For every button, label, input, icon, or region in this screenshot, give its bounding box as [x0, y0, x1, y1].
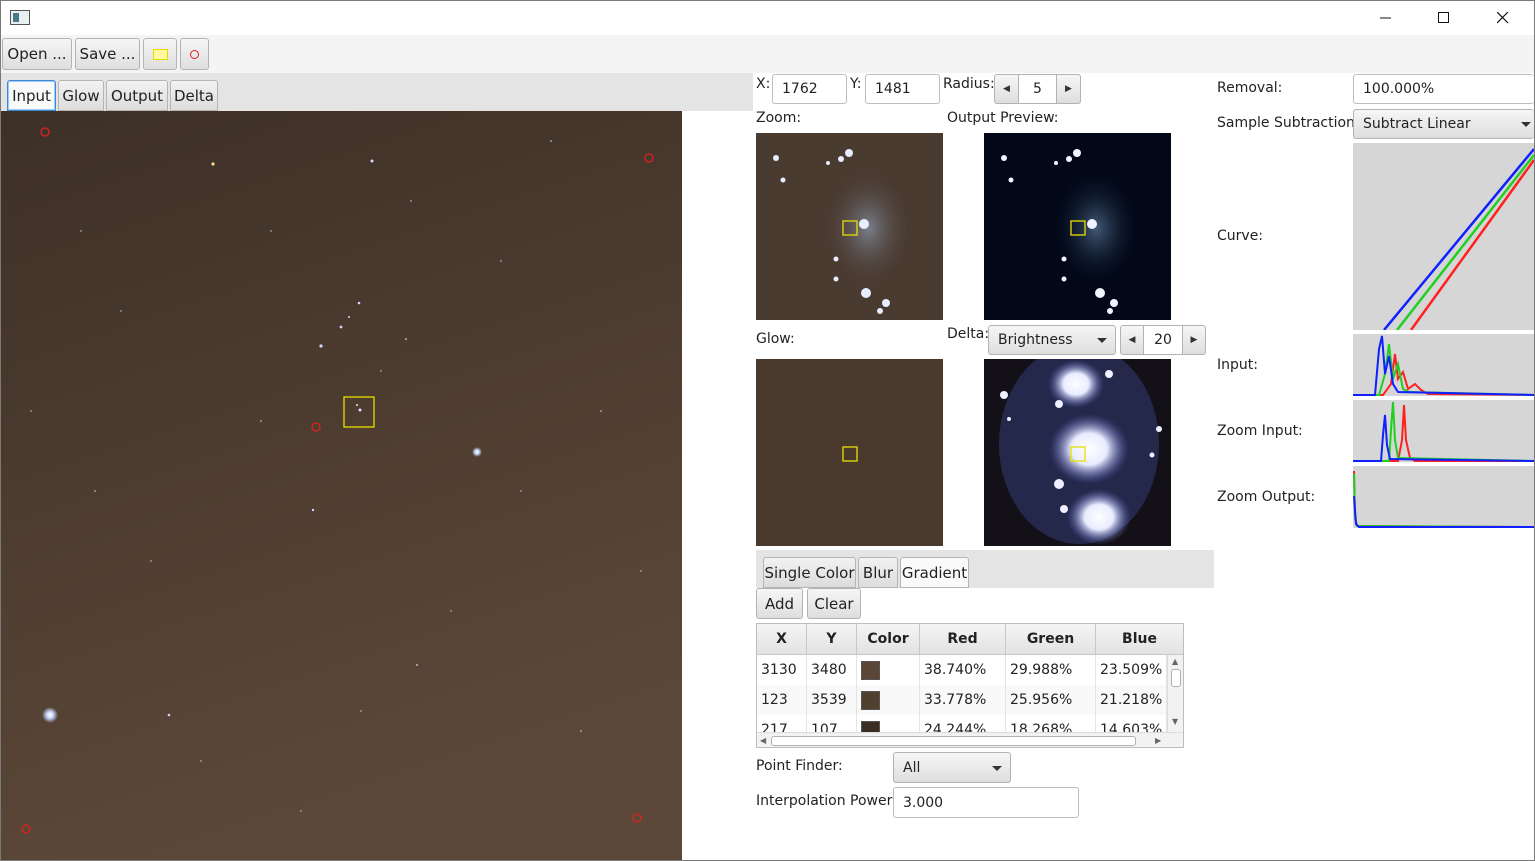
cell-red: 38.740%: [920, 655, 1006, 685]
zoom-preview[interactable]: [756, 133, 943, 320]
clear-button[interactable]: Clear: [807, 588, 861, 619]
sample-subtraction-label: Sample Subtraction:: [1217, 115, 1360, 131]
cell-blue: 23.509%: [1096, 655, 1167, 685]
column-header-red[interactable]: Red: [920, 624, 1006, 655]
column-header-y[interactable]: Y: [807, 624, 857, 655]
zoom-input-histogram: [1353, 400, 1534, 462]
main-image-canvas[interactable]: [1, 111, 682, 860]
table-row[interactable]: 3130 3480 38.740% 29.988% 23.509%: [757, 655, 1167, 685]
tab-blur[interactable]: Blur: [858, 557, 898, 588]
radius-decrement-button[interactable]: ◀: [994, 74, 1019, 104]
rect-select-tool-button[interactable]: [143, 38, 177, 70]
cell-y: 3480: [807, 655, 857, 685]
open-button[interactable]: Open ...: [2, 38, 72, 70]
image-margin: [682, 111, 753, 860]
zoom-input-histogram-label: Zoom Input:: [1217, 423, 1303, 439]
sample-points-table: X Y Color Red Green Blue 3130 3480 38.74…: [756, 623, 1184, 748]
sample-point-tool-button[interactable]: [180, 38, 209, 70]
tab-input[interactable]: Input: [7, 80, 56, 111]
point-finder-value: All: [903, 759, 921, 776]
red-circle-icon: [190, 49, 199, 59]
tab-glow[interactable]: Glow: [58, 80, 104, 111]
table-horizontal-scrollbar[interactable]: ◀ ▶: [757, 732, 1183, 747]
scrollbar-thumb[interactable]: [771, 736, 1136, 746]
sample-subtraction-value: Subtract Linear: [1363, 116, 1471, 132]
x-coordinate-field[interactable]: 1762: [772, 74, 847, 104]
delta-value[interactable]: 20: [1144, 325, 1182, 355]
delta-mode-select[interactable]: Brightness: [988, 325, 1116, 355]
column-header-x[interactable]: X: [757, 624, 807, 655]
tab-output[interactable]: Output: [106, 80, 168, 111]
column-header-color[interactable]: Color: [857, 624, 920, 655]
delta-increment-button[interactable]: ▶: [1182, 325, 1206, 355]
chevron-down-icon: [1521, 122, 1531, 127]
color-swatch: [861, 660, 880, 680]
scroll-up-icon[interactable]: ▲: [1172, 657, 1178, 666]
delta-mode-value: Brightness: [998, 332, 1073, 348]
delta-preview[interactable]: [984, 359, 1171, 546]
radius-label: Radius:: [943, 76, 995, 92]
y-label: Y:: [850, 76, 862, 92]
output-preview[interactable]: [984, 133, 1171, 320]
chevron-down-icon: [1097, 338, 1107, 343]
input-histogram: [1353, 334, 1534, 396]
point-finder-label: Point Finder:: [756, 758, 843, 774]
scroll-right-icon[interactable]: ▶: [1155, 736, 1161, 745]
add-button[interactable]: Add: [756, 588, 803, 619]
cell-red: 33.778%: [920, 685, 1006, 715]
scroll-left-icon[interactable]: ◀: [760, 736, 766, 745]
scroll-down-icon[interactable]: ▼: [1172, 717, 1178, 726]
save-button[interactable]: Save ...: [75, 38, 140, 70]
x-label: X:: [756, 76, 771, 92]
zoom-label: Zoom:: [756, 110, 802, 126]
yellow-rectangle-icon: [152, 48, 168, 60]
chevron-down-icon: [992, 765, 1002, 771]
glow-label: Glow:: [756, 331, 795, 347]
close-icon[interactable]: [1474, 1, 1532, 35]
zoom-output-histogram-label: Zoom Output:: [1217, 489, 1316, 505]
table-row[interactable]: 123 3539 33.778% 25.956% 21.218%: [757, 685, 1167, 715]
removal-field[interactable]: 100.000%: [1353, 74, 1534, 104]
delta-label: Delta:: [947, 326, 990, 342]
maximize-icon[interactable]: [1415, 1, 1473, 35]
output-preview-label: Output Preview:: [947, 110, 1059, 126]
cell-x: 3130: [757, 655, 807, 685]
cell-green: 29.988%: [1006, 655, 1096, 685]
input-histogram-label: Input:: [1217, 357, 1258, 373]
minimize-icon[interactable]: [1357, 1, 1415, 35]
delta-decrement-button[interactable]: ◀: [1120, 325, 1144, 355]
interpolation-power-field[interactable]: 3.000: [893, 787, 1079, 818]
column-header-green[interactable]: Green: [1006, 624, 1096, 655]
tab-delta[interactable]: Delta: [170, 80, 218, 111]
curve-graph: [1353, 143, 1534, 330]
tab-single-color[interactable]: Single Color: [763, 557, 856, 588]
radius-increment-button[interactable]: ▶: [1056, 74, 1081, 104]
glow-preview[interactable]: [756, 359, 943, 546]
table-vertical-scrollbar[interactable]: ▲ ▼: [1167, 655, 1183, 732]
interpolation-power-label: Interpolation Power:: [756, 793, 897, 809]
column-header-blue[interactable]: Blue: [1096, 624, 1183, 655]
curve-label: Curve:: [1217, 228, 1264, 244]
title-bar: [1, 1, 1534, 35]
zoom-output-histogram: [1353, 466, 1534, 528]
scrollbar-thumb[interactable]: [1171, 669, 1181, 687]
app-icon: [10, 10, 30, 25]
tab-gradient[interactable]: Gradient: [900, 557, 969, 588]
radius-value[interactable]: 5: [1019, 74, 1056, 104]
point-finder-select[interactable]: All: [893, 752, 1011, 783]
y-coordinate-field[interactable]: 1481: [865, 74, 940, 104]
removal-label: Removal:: [1217, 80, 1283, 96]
cell-blue: 21.218%: [1096, 685, 1167, 715]
cell-x: 123: [757, 685, 807, 715]
color-swatch: [861, 690, 880, 710]
cell-y: 3539: [807, 685, 857, 715]
sample-subtraction-select[interactable]: Subtract Linear: [1353, 109, 1534, 139]
cell-green: 25.956%: [1006, 685, 1096, 715]
